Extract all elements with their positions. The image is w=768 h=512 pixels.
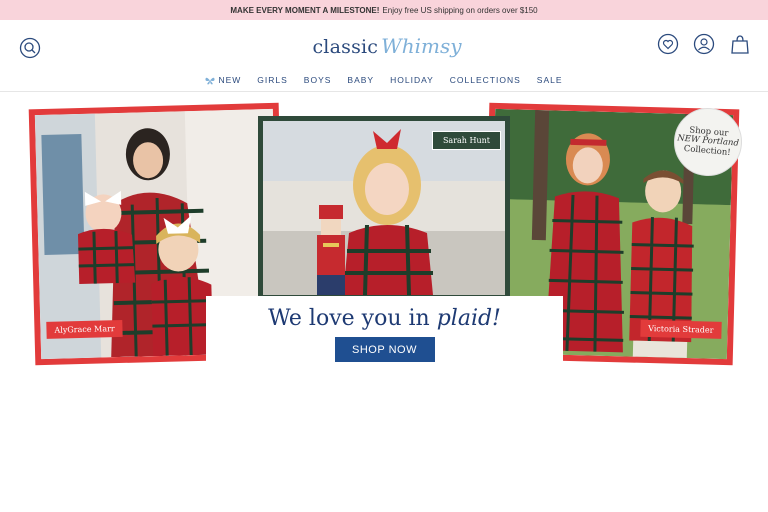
hero-banner[interactable]: AlyGrace Marr Victoria Strader Sarah Hun… bbox=[0, 92, 768, 382]
badge-line3: Collection! bbox=[683, 143, 732, 158]
headline-emphasis: plaid! bbox=[436, 306, 501, 331]
bag-icon bbox=[731, 35, 749, 54]
shop-now-button[interactable]: SHOP NOW bbox=[334, 337, 435, 362]
nav-item-girls[interactable]: GIRLS bbox=[257, 72, 288, 88]
nav-item-new[interactable]: NEW bbox=[205, 72, 241, 88]
hero-headline: We love you in plaid! bbox=[268, 306, 501, 331]
nav-label-new: NEW bbox=[218, 75, 242, 85]
nav-item-baby[interactable]: BABY bbox=[347, 72, 374, 88]
butterfly-icon bbox=[205, 77, 215, 84]
wishlist-button[interactable] bbox=[656, 32, 680, 56]
nav-item-holiday[interactable]: HOLIDAY bbox=[390, 72, 434, 88]
promo-text: Enjoy free US shipping on orders over $1… bbox=[382, 5, 538, 15]
cart-button[interactable] bbox=[728, 32, 752, 56]
site-header: classic Whimsy NEW GIRLS BOYS BABY HOLID… bbox=[0, 20, 768, 92]
site-logo[interactable]: classic Whimsy bbox=[312, 34, 462, 64]
user-icon bbox=[693, 33, 715, 55]
hero-photo-center: Sarah Hunt bbox=[258, 116, 510, 300]
search-button[interactable] bbox=[18, 36, 42, 60]
logo-text-whimsy: Whimsy bbox=[381, 34, 462, 58]
search-icon bbox=[19, 37, 41, 59]
nav-item-sale[interactable]: SALE bbox=[537, 72, 563, 88]
hero-headline-panel: We love you in plaid! SHOP NOW bbox=[206, 296, 563, 372]
main-nav: NEW GIRLS BOYS BABY HOLIDAY COLLECTIONS … bbox=[0, 72, 768, 88]
logo-text-classic: classic bbox=[312, 36, 379, 58]
promo-bar: MAKE EVERY MOMENT A MILESTONE! Enjoy fre… bbox=[0, 0, 768, 20]
headline-start: We love you in bbox=[268, 306, 430, 331]
nav-item-collections[interactable]: COLLECTIONS bbox=[450, 72, 521, 88]
caption-tag: Victoria Strader bbox=[639, 319, 722, 339]
nav-item-boys[interactable]: BOYS bbox=[304, 72, 332, 88]
heart-icon bbox=[657, 33, 679, 55]
promo-headline: MAKE EVERY MOMENT A MILESTONE! bbox=[230, 5, 380, 15]
account-button[interactable] bbox=[692, 32, 716, 56]
caption-tag: AlyGrace Marr bbox=[46, 319, 123, 339]
caption-tag: Sarah Hunt bbox=[431, 131, 501, 150]
